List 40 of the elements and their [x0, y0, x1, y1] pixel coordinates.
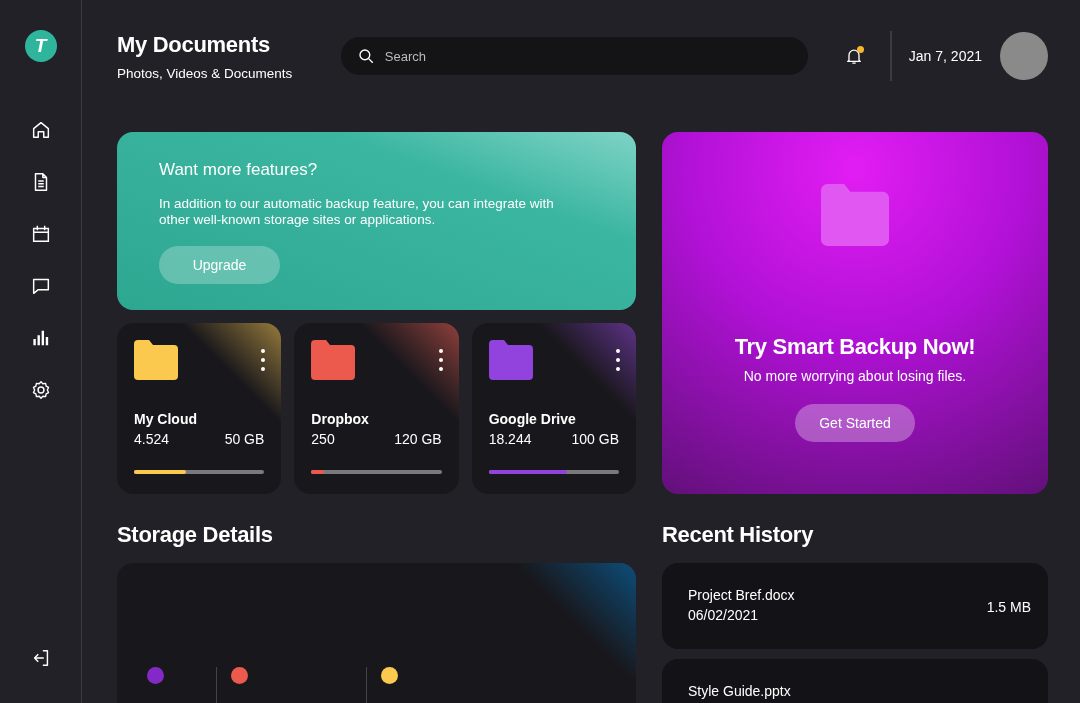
- banner-title: Try Smart Backup Now!: [734, 334, 976, 360]
- more-options-button[interactable]: [437, 348, 444, 372]
- history-item[interactable]: Style Guide.pptx: [662, 659, 1048, 703]
- more-options-icon: [260, 348, 267, 372]
- file-count: 4.524: [134, 431, 170, 447]
- storage-size: 50 GB: [224, 431, 265, 447]
- file-count: 18.244: [488, 431, 532, 447]
- get-started-button[interactable]: Get Started: [795, 404, 915, 442]
- storage-card[interactable]: Google Drive 18.244 100 GB: [471, 323, 636, 494]
- storage-size: 100 GB: [571, 431, 619, 447]
- file-size: 1.5 MB: [986, 599, 1031, 615]
- page-subtitle: Photos, Videos & Documents: [117, 65, 294, 81]
- section-title: Storage Details: [117, 522, 274, 548]
- folder-icon: [821, 184, 889, 246]
- file-name: Project Bref.docx: [688, 587, 795, 603]
- more-options-icon: [615, 348, 621, 372]
- banner-text: No more worrying about losing files.: [743, 368, 967, 384]
- notifications-button[interactable]: [844, 46, 865, 66]
- section-title: Recent History: [662, 522, 815, 548]
- avatar[interactable]: [1000, 32, 1048, 80]
- file-date: 06/02/2021: [688, 607, 760, 623]
- logo: T: [24, 30, 57, 62]
- storage-size: 120 GB: [394, 431, 442, 447]
- banner-text: In addition to our automatic backup feature, you can integrate with other well-known storage sites or applications.: [159, 196, 555, 228]
- file-count: 250: [311, 431, 335, 447]
- storage-name: Dropbox: [311, 411, 370, 427]
- date-label: Jan 7, 2021: [908, 48, 982, 64]
- page-title: My Documents: [117, 31, 271, 58]
- more-options-button[interactable]: [260, 348, 267, 372]
- storage-name: Google Drive: [488, 411, 577, 427]
- more-options-icon: [437, 348, 444, 372]
- file-name: Style Guide.pptx: [688, 683, 791, 699]
- search-field[interactable]: Search: [340, 37, 809, 75]
- history-item[interactable]: Project Bref.docx 06/02/2021 1.5 MB: [662, 563, 1048, 649]
- search-icon: [356, 47, 375, 65]
- storage-card[interactable]: Dropbox 250 120 GB: [294, 323, 459, 494]
- storage-card[interactable]: My Cloud 4.524 50 GB: [117, 323, 282, 494]
- storage-name: My Cloud: [134, 411, 198, 427]
- more-options-button[interactable]: [615, 348, 621, 372]
- banner-title: Want more features?: [159, 160, 319, 180]
